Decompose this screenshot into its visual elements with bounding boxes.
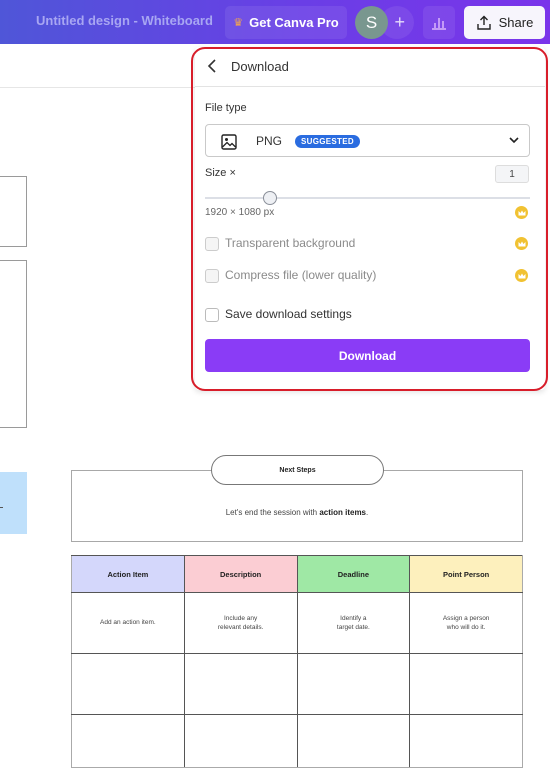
- chevron-down-icon: [509, 137, 519, 144]
- table-cell[interactable]: [296, 714, 411, 768]
- pro-crown-icon: [515, 206, 528, 219]
- export-dimensions: 1920 × 1080 px: [205, 207, 275, 218]
- header-point-person[interactable]: Point Person: [409, 555, 523, 593]
- plus-icon: +: [394, 12, 405, 32]
- canvas-frame[interactable]: [0, 176, 27, 247]
- table-cell[interactable]: Include any relevant details.: [183, 592, 298, 654]
- save-settings-label: Save download settings: [225, 307, 352, 321]
- image-icon: [221, 134, 237, 150]
- next-steps-text[interactable]: Let's end the session with action items.: [71, 508, 523, 517]
- bar-chart-icon: [432, 17, 446, 30]
- download-panel-header: Download: [195, 47, 545, 87]
- next-steps-text-prefix: Let's end the session with: [225, 508, 320, 517]
- document-title[interactable]: Untitled design - Whiteboard: [36, 13, 213, 28]
- size-slider-track[interactable]: [205, 197, 530, 199]
- download-panel: Download File type PNG SUGGESTED Size × …: [195, 47, 545, 390]
- size-multiplier-input[interactable]: 1: [495, 165, 529, 183]
- suggested-badge: SUGGESTED: [295, 135, 360, 148]
- table-row: [71, 714, 523, 768]
- user-avatar[interactable]: S: [355, 6, 388, 39]
- canvas-frame[interactable]: [0, 260, 27, 428]
- download-panel-title: Download: [231, 59, 289, 74]
- sticky-note-text-fragment: [0, 507, 3, 508]
- crown-icon: ♛: [233, 17, 244, 29]
- save-settings-checkbox[interactable]: [205, 308, 219, 322]
- file-type-label: File type: [205, 102, 247, 114]
- transparent-background-checkbox[interactable]: [205, 237, 219, 251]
- toolbar-divider: [0, 87, 195, 88]
- table-cell[interactable]: Assign a person who will do it.: [409, 592, 523, 654]
- next-steps-title[interactable]: Next Steps: [211, 455, 384, 485]
- pro-crown-icon: [515, 237, 528, 250]
- table-row: Add an action item. Include any relevant …: [71, 592, 523, 654]
- table-cell[interactable]: [296, 653, 411, 715]
- header-action-item[interactable]: Action Item: [71, 555, 185, 593]
- next-steps-text-suffix: .: [366, 508, 369, 517]
- pro-crown-icon: [515, 269, 528, 282]
- size-label: Size ×: [205, 167, 236, 179]
- share-button[interactable]: Share: [464, 6, 545, 39]
- canvas-sticky-note[interactable]: [0, 472, 27, 534]
- next-steps-text-bold: action items: [319, 508, 367, 517]
- insights-button[interactable]: [423, 6, 455, 39]
- compress-file-label: Compress file (lower quality): [225, 268, 377, 282]
- compress-file-checkbox[interactable]: [205, 269, 219, 283]
- table-cell[interactable]: [409, 714, 523, 768]
- table-row: [71, 653, 523, 715]
- table-header-row: Action Item Description Deadline Point P…: [71, 555, 523, 593]
- share-icon: [476, 15, 491, 30]
- action-items-table[interactable]: Action Item Description Deadline Point P…: [71, 555, 523, 768]
- table-cell[interactable]: [183, 714, 298, 768]
- size-slider-thumb[interactable]: [263, 191, 277, 205]
- file-type-select[interactable]: PNG SUGGESTED: [205, 124, 530, 157]
- avatar-initial: S: [365, 12, 378, 32]
- table-cell[interactable]: [71, 714, 185, 768]
- table-cell[interactable]: Add an action item.: [71, 592, 185, 654]
- header-deadline[interactable]: Deadline: [296, 555, 411, 593]
- download-button[interactable]: Download: [205, 339, 530, 372]
- chevron-left-icon: [207, 59, 216, 73]
- share-label: Share: [498, 15, 534, 30]
- back-button[interactable]: [203, 56, 221, 76]
- table-cell[interactable]: [409, 653, 523, 715]
- top-bar: Untitled design - Whiteboard ♛ Get Canva…: [0, 0, 550, 44]
- get-canva-pro-button[interactable]: ♛ Get Canva Pro: [225, 6, 347, 39]
- table-cell[interactable]: [71, 653, 185, 715]
- table-cell[interactable]: Identify a target date.: [296, 592, 411, 654]
- file-type-value: PNG: [256, 134, 283, 148]
- get-canva-pro-label: Get Canva Pro: [249, 15, 339, 30]
- table-cell[interactable]: [183, 653, 298, 715]
- header-description[interactable]: Description: [183, 555, 298, 593]
- transparent-background-label: Transparent background: [225, 236, 356, 250]
